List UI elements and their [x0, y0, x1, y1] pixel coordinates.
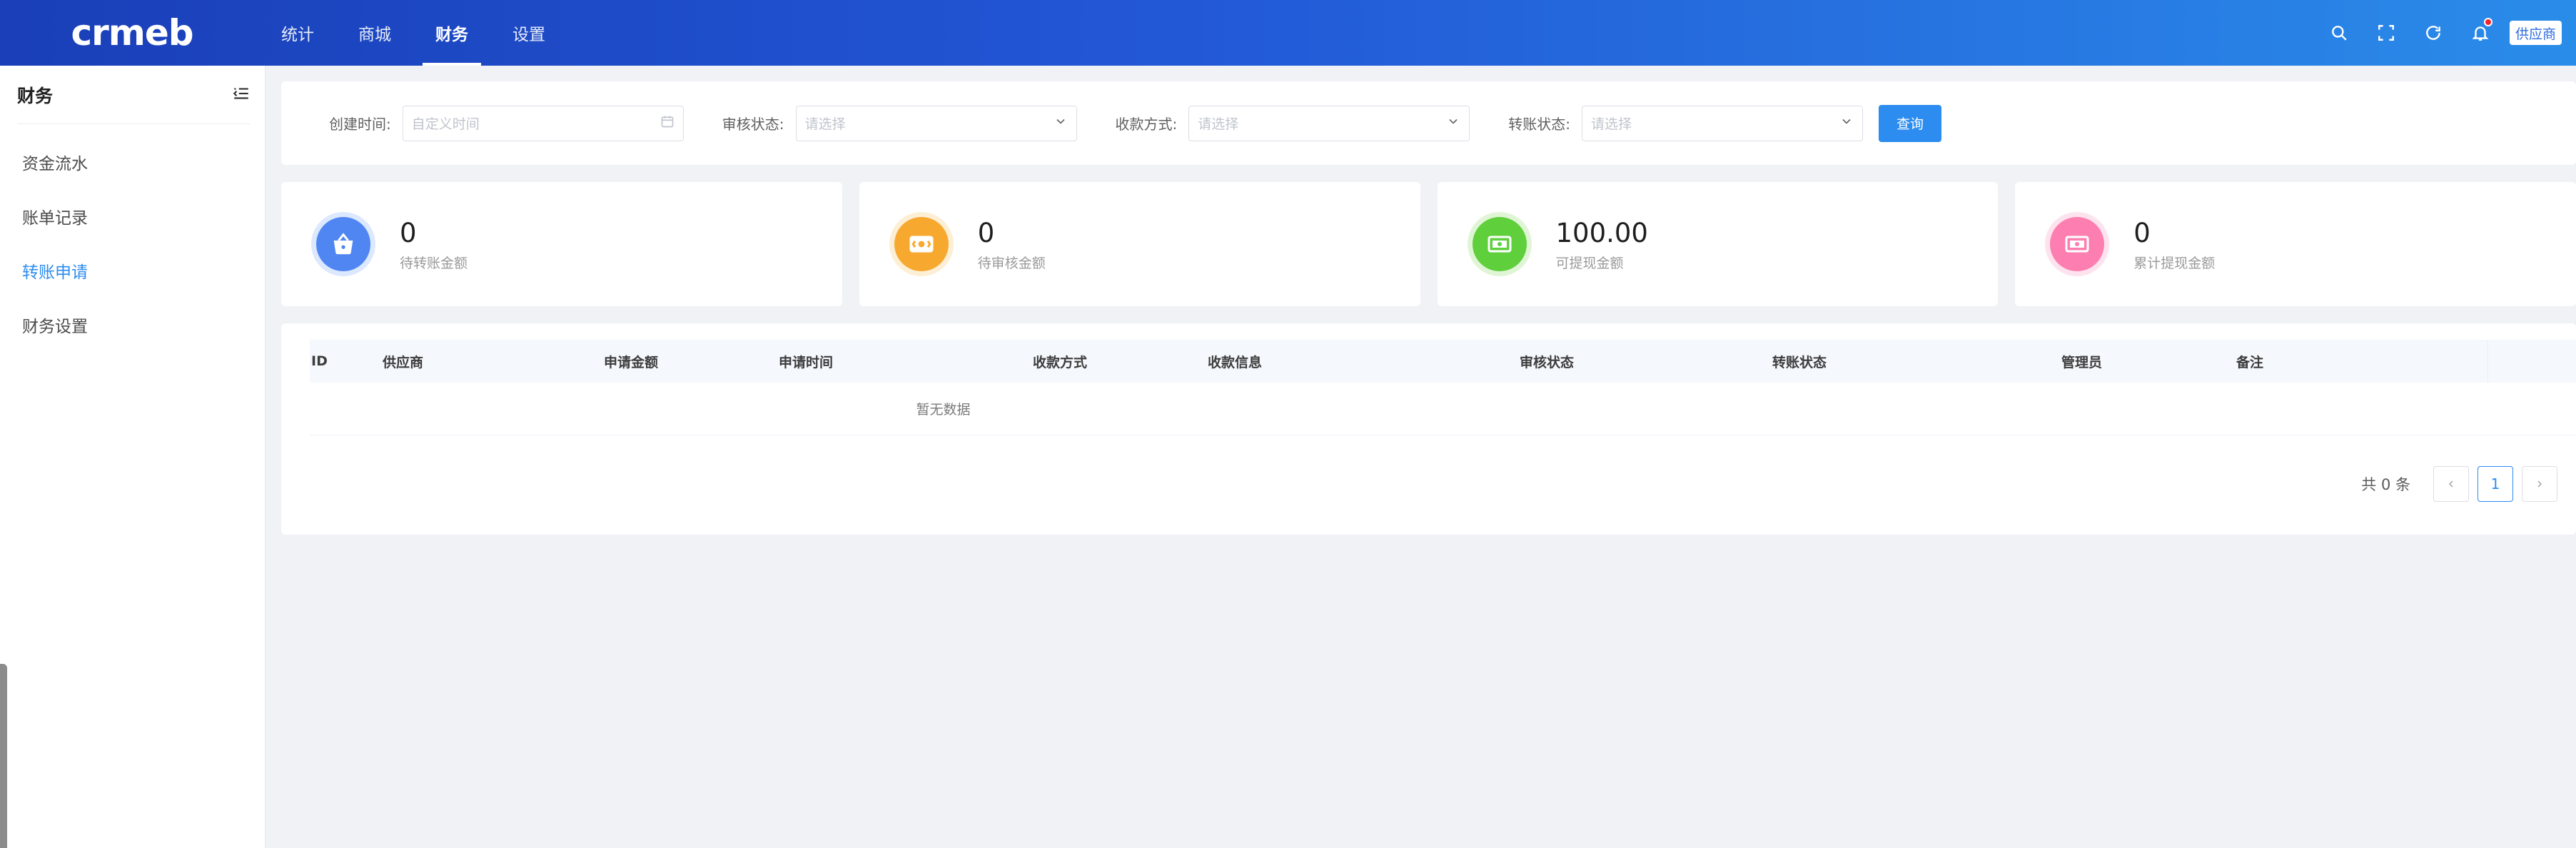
audit-status-placeholder: 请选择 [804, 116, 846, 132]
stat-label: 可提现金额 [1555, 255, 1624, 271]
column-header-amount: 申请金额 [604, 354, 659, 370]
top-header: crmeb 统计 商城 财务 设置 供应商 [0, 0, 2576, 66]
top-nav-label: 统计 [281, 26, 314, 44]
stat-value: 0 [400, 217, 417, 248]
column-header-payment-method: 收款方式 [1033, 354, 1088, 370]
user-menu-button[interactable]: 供应商 [2509, 21, 2562, 45]
logo[interactable]: crmeb [0, 0, 264, 66]
notification-badge [2483, 18, 2492, 26]
stat-card-total-withdrawn: 0 累计提现金额 [2015, 182, 2576, 306]
top-nav-label: 商城 [358, 26, 391, 44]
column-header-apply-time: 申请时间 [779, 354, 834, 370]
chevron-down-icon [1446, 114, 1460, 132]
next-page-button[interactable] [2522, 466, 2557, 502]
table-fixed-column-gap [2487, 340, 2576, 383]
column-header-remark: 备注 [2236, 354, 2264, 370]
column-header-supplier: 供应商 [383, 354, 424, 370]
payment-method-placeholder: 请选择 [1198, 116, 1239, 132]
stat-label: 待转账金额 [400, 255, 468, 271]
transfer-status-label: 转账状态: [1508, 116, 1570, 133]
chevron-left-icon [2448, 480, 2453, 488]
top-nav: 统计 商城 财务 设置 [268, 0, 577, 66]
transfer-table-card: ID 供应商 申请金额 申请时间 收款方式 收款信息 审核状态 转账状态 管理员… [281, 323, 2576, 535]
calendar-icon [660, 114, 675, 132]
created-time-label: 创建时间: [329, 116, 391, 133]
menu-collapse-icon[interactable] [232, 84, 251, 106]
stat-icon-ring [2045, 212, 2110, 276]
stat-label: 待审核金额 [977, 255, 1046, 271]
filter-bar: 创建时间: 自定义时间 审核状态: 请选择 收款方式: 请选择 转账状态: 请选… [281, 81, 2576, 165]
prev-page-button[interactable] [2433, 466, 2469, 502]
cash-icon [894, 217, 949, 271]
sidebar-item-label: 财务设置 [22, 318, 88, 336]
stat-card-withdrawable: 100.00 可提现金额 [1437, 182, 1999, 306]
table-empty-row: 暂无数据 [310, 383, 2576, 435]
column-header-admin: 管理员 [2061, 354, 2103, 370]
column-header-audit-status: 审核状态 [1520, 354, 1575, 370]
stat-card-pending-audit: 0 待审核金额 [859, 182, 1420, 306]
side-drawer-handle[interactable] [0, 664, 7, 848]
sidebar: 财务 资金流水 账单记录 转账申请 财务设置 [0, 66, 266, 848]
top-nav-item-statistics[interactable]: 统计 [268, 0, 327, 66]
page-button-current[interactable]: 1 [2477, 466, 2513, 502]
money-icon [1472, 217, 1527, 271]
query-button[interactable]: 查询 [1879, 104, 1941, 142]
stat-icon-ring [889, 212, 954, 276]
chevron-down-icon [1054, 114, 1068, 132]
empty-text: 暂无数据 [916, 402, 971, 418]
transfer-status-placeholder: 请选择 [1591, 116, 1632, 132]
logo-text: crmeb [71, 12, 193, 54]
sidebar-item-label: 资金流水 [22, 155, 88, 173]
column-header-payment-info: 收款信息 [1208, 354, 1263, 370]
created-time-picker[interactable]: 自定义时间 [402, 105, 684, 141]
column-header-transfer-status: 转账状态 [1772, 354, 1827, 370]
chevron-down-icon [1839, 114, 1854, 132]
audit-status-label: 审核状态: [722, 116, 784, 133]
sidebar-item-transfer-request[interactable]: 转账申请 [0, 243, 265, 298]
sidebar-header: 财务 [17, 66, 251, 124]
header-tools: 供应商 [2304, 0, 2562, 66]
sidebar-item-fund-flow[interactable]: 资金流水 [0, 135, 265, 189]
stat-value: 0 [2133, 217, 2151, 248]
stats-row: 0 待转账金额 0 待审核金额 100.00 可提现金额 0 累计提现金额 [281, 182, 2576, 306]
refresh-icon[interactable] [2421, 21, 2445, 45]
payment-method-label: 收款方式: [1115, 116, 1178, 133]
transfer-status-select[interactable]: 请选择 [1582, 105, 1863, 141]
column-header-id: ID [311, 353, 328, 369]
sidebar-item-label: 账单记录 [22, 209, 88, 228]
basket-icon [316, 217, 370, 271]
top-nav-item-settings[interactable]: 设置 [500, 0, 558, 66]
top-nav-item-finance[interactable]: 财务 [423, 0, 481, 66]
stat-label: 累计提现金额 [2133, 255, 2216, 271]
stat-value: 0 [977, 217, 995, 248]
top-nav-label: 设置 [512, 26, 545, 44]
sidebar-menu: 资金流水 账单记录 转账申请 财务设置 [0, 135, 265, 352]
wallet-icon [2050, 217, 2105, 271]
audit-status-select[interactable]: 请选择 [795, 105, 1077, 141]
sidebar-item-label: 转账申请 [22, 263, 88, 282]
sidebar-title: 财务 [17, 85, 54, 106]
payment-method-select[interactable]: 请选择 [1188, 105, 1470, 141]
sidebar-item-bill-records[interactable]: 账单记录 [0, 189, 265, 243]
search-icon[interactable] [2327, 21, 2351, 45]
bell-icon[interactable] [2468, 18, 2492, 45]
created-time-placeholder: 自定义时间 [411, 116, 480, 132]
main-content: 创建时间: 自定义时间 审核状态: 请选择 收款方式: 请选择 转账状态: 请选… [281, 81, 2576, 535]
stat-icon-ring [1467, 212, 1532, 276]
fullscreen-icon[interactable] [2374, 21, 2398, 45]
top-nav-item-mall[interactable]: 商城 [345, 0, 404, 66]
stat-icon-ring [311, 212, 375, 276]
top-nav-label: 财务 [435, 26, 468, 44]
pager-total: 共 0 条 [2361, 476, 2410, 493]
sidebar-item-finance-settings[interactable]: 财务设置 [0, 298, 265, 352]
stat-value: 100.00 [1555, 217, 1648, 248]
chevron-right-icon [2537, 480, 2542, 488]
pagination: 共 0 条 1 [2361, 466, 2557, 502]
stat-card-pending-transfer: 0 待转账金额 [281, 182, 842, 306]
table-header: ID 供应商 申请金额 申请时间 收款方式 收款信息 审核状态 转账状态 管理员… [310, 340, 2576, 383]
